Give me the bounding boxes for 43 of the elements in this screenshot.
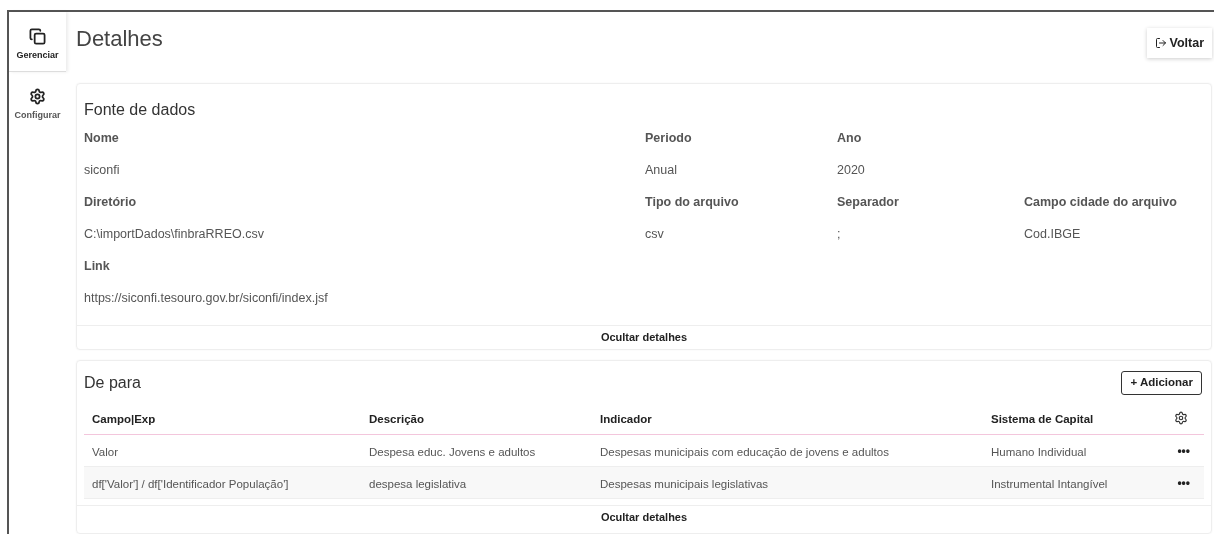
field-value: ; xyxy=(837,225,842,243)
field-label: Nome xyxy=(84,129,120,147)
column-header: Indicador xyxy=(600,412,652,425)
table-cell: Humano Individual xyxy=(991,445,1087,458)
table-cell: df['Valor'] / df['Identificador População'] xyxy=(92,477,289,490)
table-cell: despesa legislativa xyxy=(369,477,467,490)
table-cell: Instrumental Intangível xyxy=(991,477,1108,490)
exit-icon xyxy=(1154,37,1167,49)
table-cell: Valor xyxy=(92,445,118,458)
field-value: Anual xyxy=(645,161,678,179)
field-value: C:\importDados\finbraRREO.csv xyxy=(84,225,265,243)
field-value: siconfi xyxy=(84,161,121,179)
hide-details-button[interactable]: Ocultar detalhes xyxy=(77,505,1211,529)
back-button[interactable]: Voltar xyxy=(1146,28,1212,58)
field-label: Diretório xyxy=(84,193,138,211)
field-label: Periodo xyxy=(645,129,693,147)
settings-icon xyxy=(29,87,46,105)
page-title: Detalhes xyxy=(76,28,163,50)
sidebar-item[interactable]: Configurar xyxy=(9,71,66,130)
copy-icon xyxy=(29,28,46,45)
hide-details-button[interactable]: Ocultar detalhes xyxy=(77,325,1211,349)
field-label: Tipo do arquivo xyxy=(645,193,740,211)
sidebar-item[interactable]: Gerenciar xyxy=(9,12,66,72)
section-title: De para xyxy=(84,373,141,393)
field-value: Cod.IBGE xyxy=(1024,225,1082,243)
column-header: Campo|Exp xyxy=(92,412,156,425)
add-button[interactable]: + Adicionar xyxy=(1121,371,1202,395)
more-button[interactable]: ••• xyxy=(1177,476,1190,489)
field-value: https://siconfi.tesouro.gov.br/siconfi/index.jsf xyxy=(84,289,329,307)
field-label: Link xyxy=(84,257,111,275)
field-value: csv xyxy=(645,225,665,243)
table-cell: Despesa educ. Jovens e adultos xyxy=(369,445,536,458)
table-cell: Despesas municipais legislativas xyxy=(600,477,769,490)
field-label: Ano xyxy=(837,129,863,147)
column-header: Descrição xyxy=(369,412,424,425)
settings-icon[interactable] xyxy=(1174,410,1188,425)
more-button[interactable]: ••• xyxy=(1177,444,1190,457)
table-cell: Despesas municipais com educação de jovens e adultos xyxy=(600,445,889,458)
section-title: Fonte de dados xyxy=(84,100,197,120)
field-label: Separador xyxy=(837,193,900,211)
column-header: Sistema de Capital xyxy=(991,412,1094,425)
field-label: Campo cidade do arquivo xyxy=(1024,193,1178,211)
field-value: 2020 xyxy=(837,161,866,179)
